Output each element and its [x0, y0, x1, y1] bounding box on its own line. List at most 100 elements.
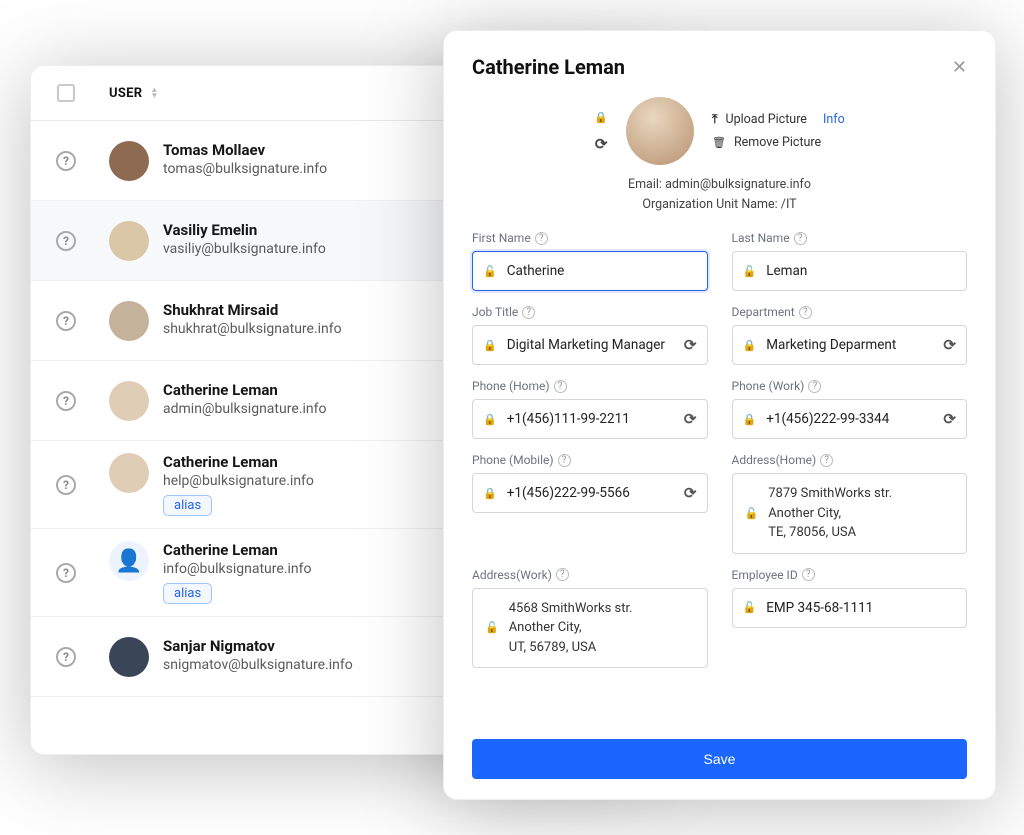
help-icon[interactable]: ? [794, 232, 807, 245]
phone-home-input[interactable]: +1(456)111-99-2211 [472, 399, 708, 439]
save-button[interactable]: Save [472, 739, 967, 779]
avatar [109, 381, 149, 421]
help-icon[interactable]: ? [56, 311, 76, 331]
user-name: Catherine Leman [163, 381, 326, 399]
field-label: Address(Home)? [732, 453, 968, 467]
job-title-input[interactable]: Digital Marketing Manager [472, 325, 708, 365]
phone-mobile-input[interactable]: +1(456)222-99-5566 [472, 473, 708, 513]
unlock-icon [483, 264, 497, 279]
select-all-checkbox[interactable] [57, 84, 75, 102]
field-value: +1(456)222-99-5566 [507, 485, 630, 501]
user-name: Vasiliy Emelin [163, 221, 326, 239]
user-name: Shukhrat Mirsaid [163, 301, 342, 319]
lock-icon [743, 412, 757, 427]
help-icon[interactable]: ? [56, 475, 76, 495]
help-icon[interactable]: ? [522, 306, 535, 319]
avatar: 👤 [109, 541, 149, 581]
upload-picture-button[interactable]: Upload Picture [726, 112, 807, 127]
refresh-icon[interactable] [684, 336, 697, 354]
field-phone-work: Phone (Work)? +1(456)222-99-3344 [732, 379, 968, 439]
help-icon[interactable]: ? [56, 391, 76, 411]
person-icon: 👤 [115, 549, 142, 574]
remove-picture-button[interactable]: Remove Picture [734, 135, 821, 150]
column-header-user[interactable]: USER ▲▼ [101, 86, 459, 101]
refresh-icon[interactable] [943, 336, 956, 354]
field-phone-home: Phone (Home)? +1(456)111-99-2211 [472, 379, 708, 439]
field-label: Job Title? [472, 305, 708, 319]
user-email: help@bulksignature.info [163, 473, 314, 489]
help-icon[interactable]: ? [558, 454, 571, 467]
avatar [109, 141, 149, 181]
address-work-input[interactable]: 4568 SmithWorks str.Another City,UT, 567… [472, 588, 708, 669]
field-value: Leman [766, 263, 807, 279]
profile-meta: Email: admin@bulksignature.info Organiza… [472, 175, 967, 215]
field-label: Department? [732, 305, 968, 319]
last-name-input[interactable]: Leman [732, 251, 968, 291]
user-detail-panel: Catherine Leman ✕ Upload Picture Info Re… [443, 30, 996, 800]
field-value: 4568 SmithWorks str.Another City,UT, 567… [509, 599, 633, 658]
close-icon[interactable]: ✕ [952, 57, 967, 78]
field-address-home: Address(Home)? 7879 SmithWorks str.Anothe… [732, 453, 968, 554]
sort-icon: ▲▼ [150, 87, 158, 99]
address-home-input[interactable]: 7879 SmithWorks str.Another City,TE, 780… [732, 473, 968, 554]
lock-icon [483, 338, 497, 353]
unlock-icon [485, 618, 499, 638]
lock-icon [483, 486, 497, 501]
field-label: Phone (Home)? [472, 379, 708, 393]
avatar [109, 221, 149, 261]
detail-title: Catherine Leman [472, 55, 625, 79]
info-link[interactable]: Info [823, 112, 845, 127]
unlock-icon [743, 600, 757, 615]
field-value: +1(456)222-99-3344 [766, 411, 889, 427]
help-icon[interactable]: ? [554, 380, 567, 393]
user-email: shukhrat@bulksignature.info [163, 321, 342, 337]
user-email: snigmatov@bulksignature.info [163, 657, 353, 673]
field-value: Catherine [507, 263, 565, 279]
help-icon[interactable]: ? [556, 568, 569, 581]
help-icon[interactable]: ? [808, 380, 821, 393]
unlock-icon [745, 504, 759, 524]
field-label: Phone (Work)? [732, 379, 968, 393]
help-icon[interactable]: ? [535, 232, 548, 245]
refresh-icon[interactable] [595, 135, 608, 153]
trash-icon [712, 135, 726, 150]
avatar [109, 637, 149, 677]
refresh-icon[interactable] [684, 410, 697, 428]
refresh-icon[interactable] [943, 410, 956, 428]
employee-id-input[interactable]: EMP 345-68-1111 [732, 588, 968, 628]
user-name: Catherine Leman [163, 541, 312, 559]
help-icon[interactable]: ? [820, 454, 833, 467]
help-icon[interactable]: ? [56, 231, 76, 251]
field-last-name: Last Name?Leman [732, 231, 968, 291]
first-name-input[interactable]: Catherine [472, 251, 708, 291]
column-header-user-label: USER [109, 86, 142, 101]
field-label: Address(Work)? [472, 568, 708, 582]
user-name: Catherine Leman [163, 453, 314, 471]
avatar [109, 301, 149, 341]
refresh-icon[interactable] [684, 484, 697, 502]
field-address-work: Address(Work)? 4568 SmithWorks str.Anothe… [472, 568, 708, 669]
field-label: Employee ID? [732, 568, 968, 582]
field-department: Department? Marketing Deparment [732, 305, 968, 365]
field-value: Marketing Deparment [766, 337, 896, 353]
field-value: Digital Marketing Manager [507, 337, 665, 353]
phone-work-input[interactable]: +1(456)222-99-3344 [732, 399, 968, 439]
field-label: Phone (Mobile)? [472, 453, 708, 467]
field-value: EMP 345-68-1111 [766, 600, 873, 616]
lock-icon [743, 338, 757, 353]
help-icon[interactable]: ? [56, 151, 76, 171]
user-name: Sanjar Nigmatov [163, 637, 353, 655]
lock-icon[interactable] [594, 110, 608, 125]
field-label: First Name? [472, 231, 708, 245]
avatar [109, 453, 149, 493]
help-icon[interactable]: ? [799, 306, 812, 319]
help-icon[interactable]: ? [56, 563, 76, 583]
alias-badge: alias [163, 495, 212, 516]
user-email: tomas@bulksignature.info [163, 161, 327, 177]
department-input[interactable]: Marketing Deparment [732, 325, 968, 365]
user-email: info@bulksignature.info [163, 561, 312, 577]
profile-header: Upload Picture Info Remove Picture [472, 97, 967, 165]
help-icon[interactable]: ? [56, 647, 76, 667]
field-first-name: First Name? Catherine [472, 231, 708, 291]
help-icon[interactable]: ? [802, 568, 815, 581]
